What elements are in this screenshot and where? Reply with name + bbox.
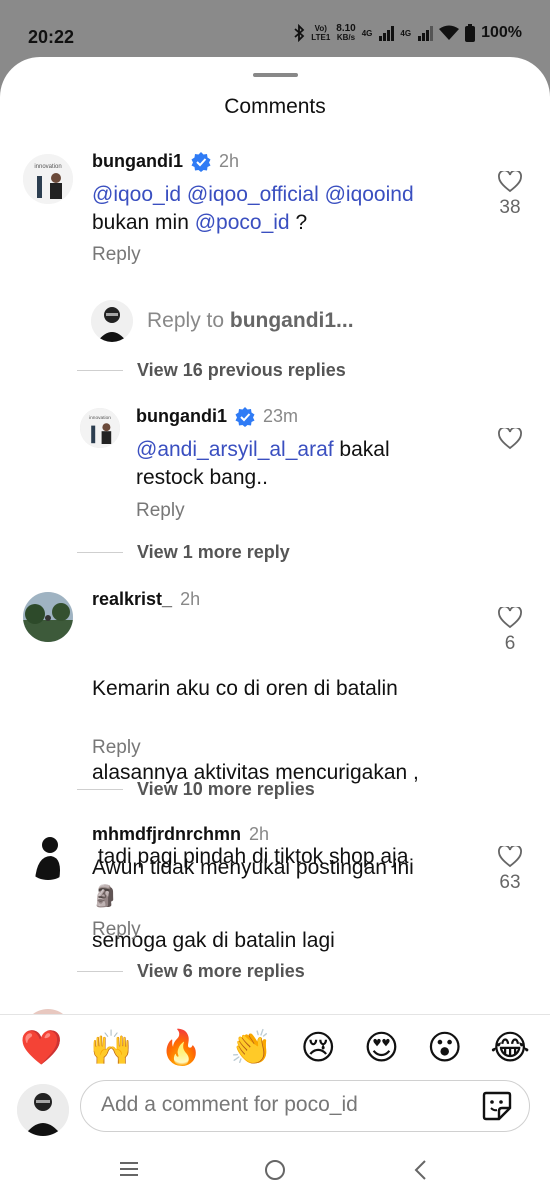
- network-speed: 8.10 KB/s: [336, 23, 356, 43]
- signal-icon-1: [379, 26, 395, 41]
- like-count: 38: [499, 197, 521, 218]
- reply-button[interactable]: Reply: [92, 737, 141, 759]
- reply-text: @andi_arsyil_al_araf bakal restock bang.…: [136, 438, 390, 489]
- comment-text: @iqoo_id @iqoo_official @iqooind bukan m…: [92, 183, 414, 234]
- like-button[interactable]: [490, 428, 530, 450]
- moai-emoji: 🗿: [92, 884, 119, 908]
- view-more-replies[interactable]: View 10 more replies: [77, 779, 315, 800]
- bluetooth-icon: [294, 24, 305, 42]
- status-icons: Vo) LTE1 8.10 KB/s 4G 4G 100%: [293, 24, 522, 42]
- comment-composer: Add a comment for poco_id: [0, 1080, 550, 1150]
- reply-username[interactable]: bungandi1 23m: [136, 406, 298, 427]
- reply-time: 23m: [263, 406, 299, 426]
- emoji-button[interactable]: 😢: [301, 1029, 336, 1067]
- like-count: 6: [504, 633, 516, 654]
- verified-badge-icon: [191, 151, 211, 172]
- avatar[interactable]: [23, 830, 73, 880]
- mention-link[interactable]: @iqoo_id: [92, 183, 181, 206]
- comment-time: 2h: [249, 824, 270, 844]
- comment-username[interactable]: mhmdfjrdnrchmn 2h: [92, 824, 269, 845]
- emoji-button[interactable]: 😂: [490, 1029, 530, 1067]
- recents-icon[interactable]: [118, 1158, 140, 1180]
- comment-text: Kemarin aku co di oren di batalin alasan…: [92, 677, 419, 952]
- like-button[interactable]: 6: [490, 607, 530, 655]
- mention-link[interactable]: @iqooind: [325, 183, 414, 206]
- home-icon[interactable]: [263, 1158, 287, 1182]
- emoji-button[interactable]: 🔥: [160, 1029, 202, 1067]
- drag-handle[interactable]: [253, 73, 298, 77]
- status-bar: 20:22 Vo) LTE1 8.10 KB/s 4G 4G 100%: [0, 0, 550, 56]
- wifi-icon: [439, 25, 460, 40]
- mention-link[interactable]: @poco_id: [195, 211, 290, 234]
- verified-badge-icon: [235, 406, 255, 427]
- back-icon[interactable]: [410, 1158, 432, 1182]
- heart-icon: [498, 171, 522, 193]
- emoji-button[interactable]: 😍: [364, 1029, 399, 1067]
- heart-icon: [498, 428, 522, 450]
- comment-text: Awun tidak menyukai postingan ini 🗿: [92, 854, 482, 910]
- battery-percent: 100%: [481, 24, 522, 41]
- quick-emoji-bar: ❤️ 🙌 🔥 👏 😢 😍 😮 😂: [0, 1014, 550, 1080]
- reply-button[interactable]: Reply: [92, 244, 141, 266]
- status-time: 20:22: [28, 27, 75, 47]
- comment-input[interactable]: Add a comment for poco_id: [80, 1080, 530, 1132]
- mention-link[interactable]: @iqoo_official: [187, 183, 319, 206]
- like-button[interactable]: 63: [490, 846, 530, 894]
- comment-time: 2h: [219, 151, 240, 171]
- user-avatar: [17, 1084, 69, 1136]
- comments-sheet: Comments innovation bungandi1 2h @iqoo_i…: [0, 57, 550, 1200]
- avatar[interactable]: [23, 592, 73, 642]
- network-type-2: 4G: [400, 28, 412, 38]
- emoji-button[interactable]: 👏: [230, 1029, 272, 1067]
- svg-text:innovation: innovation: [34, 164, 61, 170]
- like-count: 63: [499, 872, 521, 893]
- avatar: [91, 300, 133, 342]
- battery-icon: [465, 24, 476, 42]
- volte-indicator: Vo) LTE1: [311, 24, 331, 42]
- mention-link[interactable]: @andi_arsyil_al_araf: [136, 438, 334, 461]
- comment-username[interactable]: realkrist_ 2h: [92, 589, 200, 610]
- avatar[interactable]: innovation: [80, 408, 120, 448]
- emoji-button[interactable]: ❤️: [20, 1029, 62, 1067]
- reply-to-prompt[interactable]: Reply to bungandi1...: [91, 300, 354, 342]
- like-button[interactable]: 38: [490, 171, 530, 219]
- emoji-button[interactable]: 🙌: [90, 1029, 132, 1067]
- svg-text:innovation: innovation: [89, 415, 111, 421]
- view-more-replies[interactable]: View 6 more replies: [77, 961, 305, 982]
- heart-icon: [498, 846, 522, 868]
- network-type-1: 4G: [361, 28, 373, 38]
- heart-icon: [498, 607, 522, 629]
- comment-time: 2h: [180, 589, 201, 609]
- emoji-button[interactable]: 😮: [427, 1029, 462, 1067]
- sticker-icon[interactable]: [481, 1090, 513, 1122]
- avatar[interactable]: innovation: [23, 154, 73, 204]
- reply-button[interactable]: Reply: [92, 919, 141, 941]
- sheet-title: Comments: [224, 95, 326, 118]
- view-previous-replies[interactable]: View 16 previous replies: [77, 360, 346, 381]
- reply-button[interactable]: Reply: [136, 500, 185, 522]
- signal-icon-2: [418, 26, 434, 41]
- comment-username[interactable]: bungandi1 2h: [92, 151, 239, 172]
- system-nav-bar: [0, 1150, 550, 1200]
- view-more-replies[interactable]: View 1 more reply: [77, 542, 290, 563]
